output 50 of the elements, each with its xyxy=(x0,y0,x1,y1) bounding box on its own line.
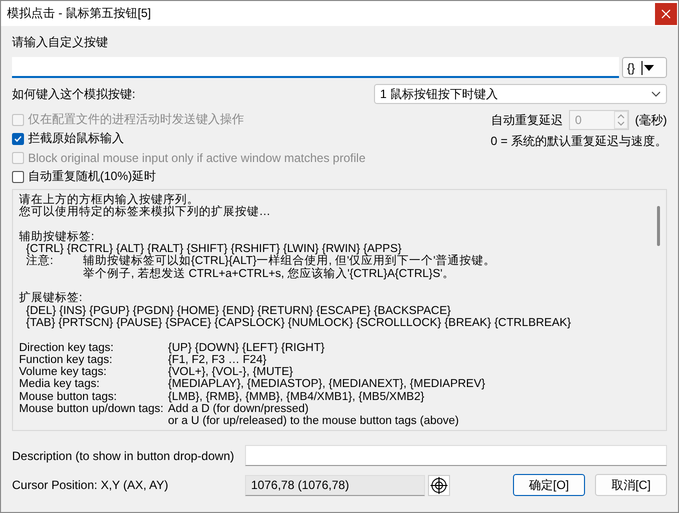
field-label: Description (to show in button drop-down) xyxy=(12,448,236,462)
checkbox-label: 自动重复随机(10%)延时 xyxy=(28,168,156,185)
help-text: {CTRL} {RCTRL} {ALT} {RALT} {SHIFT} {RSHIFT} {LWIN} {RWIN} {APPS} xyxy=(25,243,402,256)
help-text: 辅助按键标签: xyxy=(19,230,94,243)
crosshair-icon[interactable] xyxy=(428,474,450,496)
tag-label: Function key tags: xyxy=(19,354,114,366)
checkbox[interactable] xyxy=(12,132,24,144)
dialog-button[interactable]: 取消[C] xyxy=(595,474,667,496)
help-text: 请在上方的方框内输入按键序列。 xyxy=(19,194,199,206)
checkbox-label: 仅在配置文件的进程活动时发送键入操作 xyxy=(28,111,244,128)
field-label: Cursor Position: X,Y (AX, AY) xyxy=(12,478,170,492)
help-text: 举个例子, 若想发送 CTRL+a+CTRL+s, 您应该输入'{CTRL}A{CTRL}S'。 xyxy=(83,268,454,280)
close-icon xyxy=(661,8,671,18)
help-text: {LMB}, {RMB}, {MMB}, {MB4/XMB1}, {MB5/XMB2} xyxy=(168,390,424,403)
note-label: 注意: xyxy=(25,255,54,268)
help-text: {MEDIAPLAY}, {MEDIASTOP}, {MEDIANEXT}, {MEDIAPREV} xyxy=(168,378,486,390)
tag-menu-button[interactable]: {} xyxy=(622,57,667,78)
help-text: or a U (for up/released) to the mouse button tags (above) xyxy=(168,415,459,428)
tag-label: Volume key tags: xyxy=(19,366,108,378)
window-title: 模拟点击 - 鼠标第五按钮[5] xyxy=(6,5,152,22)
mode-dropdown[interactable]: 1 鼠标按钮按下时键入 xyxy=(374,84,667,104)
field-label: 自动重复延迟 xyxy=(491,112,563,128)
input-field[interactable] xyxy=(12,57,619,78)
help-text: 辅助按键标签可以如{CTRL}{ALT}一样组合使用, 但'仅应用到下一个'普通按键。 xyxy=(83,255,496,268)
field-label: 请输入自定义按键 xyxy=(12,34,109,51)
help-text: 扩展键标签: xyxy=(19,292,82,304)
hint-text: 0 = 系统的默认重复延迟与速度。 xyxy=(490,133,667,150)
close-button[interactable] xyxy=(655,2,677,24)
help-text: {VOL+}, {VOL-}, {MUTE} xyxy=(168,366,293,378)
cursor-position-field: 1076,78 (1076,78) xyxy=(245,474,425,496)
help-text: {TAB} {PRTSCN} {PAUSE} {SPACE} {CAPSLOCK} {NUMLOCK} {SCROLLLOCK} {BREAK} {CTRLBREAK} xyxy=(25,316,572,329)
dialog-button[interactable]: 确定[O] xyxy=(513,474,585,496)
unit-label: (毫秒) xyxy=(635,112,667,128)
help-text: {DEL} {INS} {PGUP} {PGDN} {HOME} {END} {RETURN} {ESCAPE} {BACKSPACE} xyxy=(25,304,451,317)
checkbox-label: Block original mouse input only if active window matches profile xyxy=(28,150,366,164)
caret-icon xyxy=(641,60,656,74)
help-text: {UP} {DOWN} {LEFT} {RIGHT} xyxy=(168,342,325,354)
tag-label: Mouse button tags: xyxy=(19,390,118,404)
tag-label: Direction key tags: xyxy=(19,342,115,354)
scrollbar[interactable] xyxy=(657,206,660,246)
description-field[interactable] xyxy=(245,445,667,466)
help-text: 您可以使用特定的标签来模拟下列的扩展按键… xyxy=(19,206,270,218)
help-text: {F1, F2, F3 … F24} xyxy=(168,354,266,366)
help-text: Add a D (for down/pressed) xyxy=(168,403,309,416)
checkbox[interactable] xyxy=(12,170,24,182)
tag-label: Media key tags: xyxy=(19,378,101,391)
field-label: 如何键入这个模拟按键: xyxy=(12,86,136,102)
chevron-icon xyxy=(651,91,661,97)
checkbox-label: 拦截原始鼠标输入 xyxy=(28,130,124,147)
tag-label: Mouse button up/down tags: xyxy=(19,403,164,416)
